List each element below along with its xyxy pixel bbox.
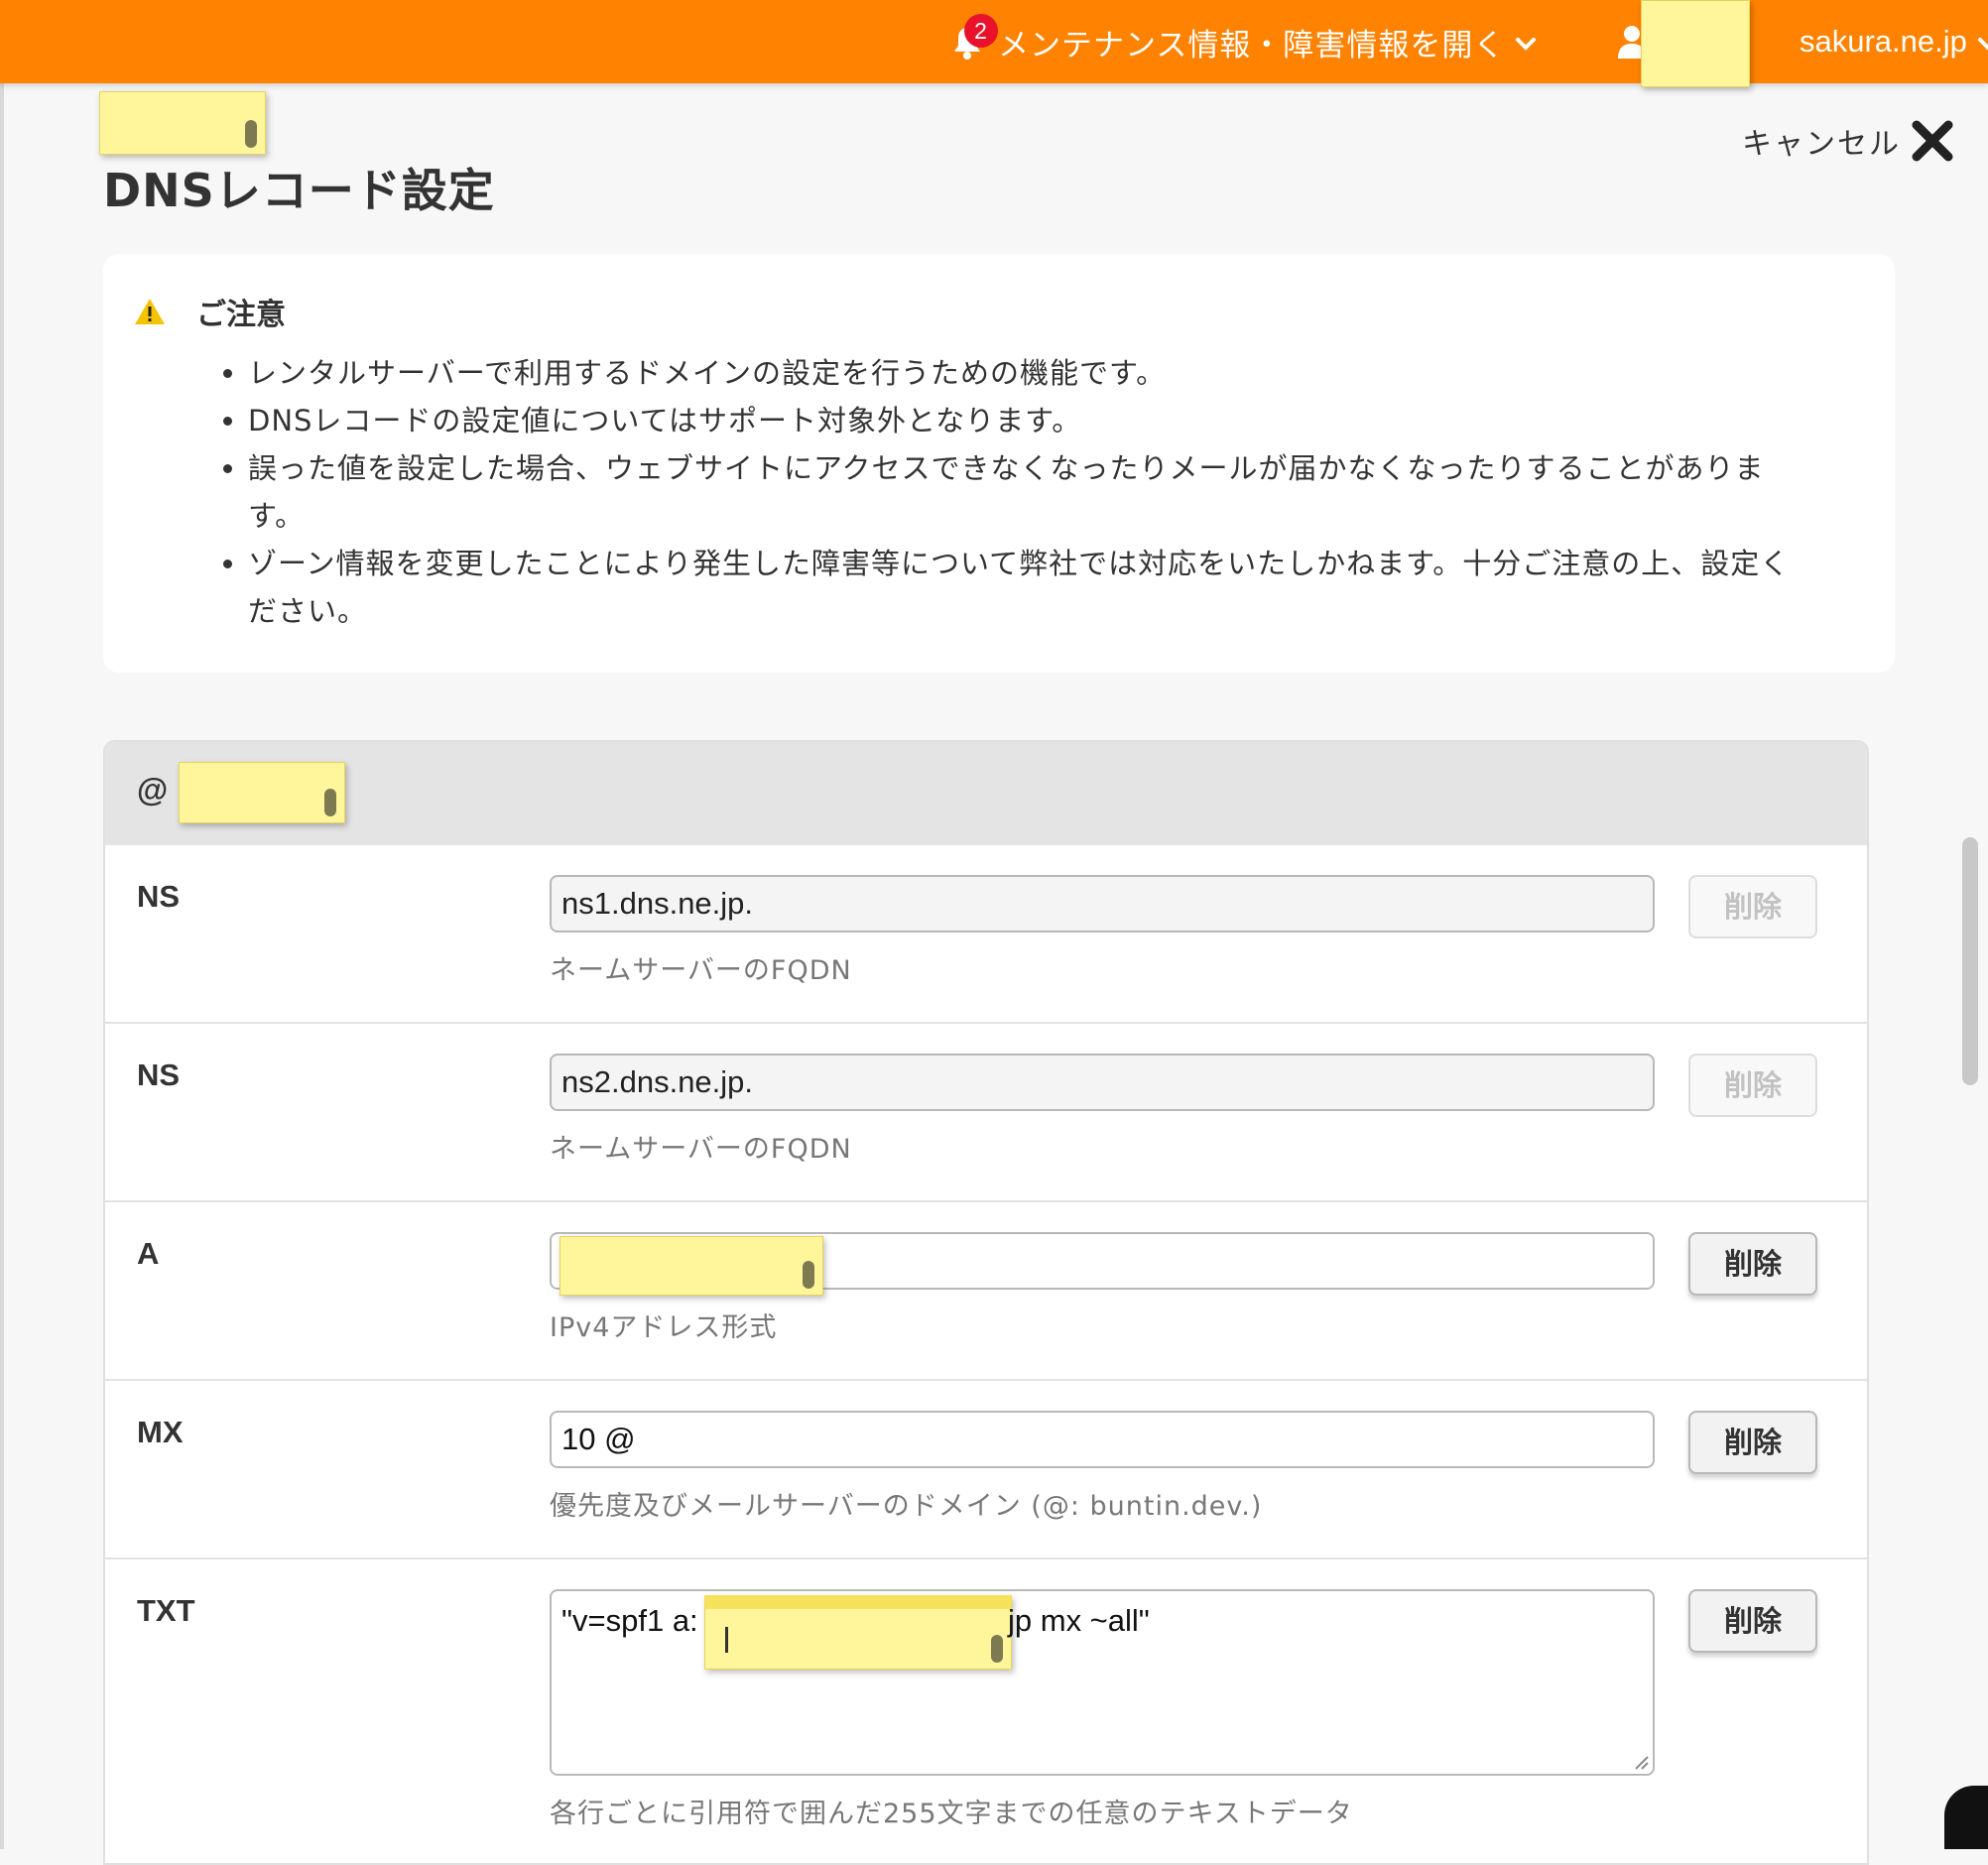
record-type: TXT: [137, 1593, 195, 1628]
record-hint: 各行ごとに引用符で囲んだ255文字までの任意のテキストデータ: [550, 1799, 1353, 1829]
record-value-input[interactable]: 10 @: [550, 1411, 1655, 1468]
notification-badge: 2: [964, 14, 998, 48]
delete-button[interactable]: 削除: [1688, 1232, 1817, 1296]
redaction-sticker: [559, 1236, 823, 1296]
warning-icon: [135, 299, 165, 324]
record-value-input[interactable]: [550, 1232, 1655, 1296]
record-hint: ネームサーバーのFQDN: [550, 955, 852, 986]
record-hint: IPv4アドレス形式: [550, 1312, 778, 1343]
maintenance-label: メンテナンス情報・障害情報を開く: [998, 27, 1506, 63]
table-row: NS ns1.dns.ne.jp. ネームサーバーのFQDN 削除: [105, 845, 1867, 1024]
table-row: A IPv4アドレス形式 削除: [105, 1202, 1867, 1381]
record-type: NS: [137, 1057, 181, 1092]
chevron-down-icon: [1977, 24, 1988, 60]
notice-item: 誤った値を設定した場合、ウェブサイトにアクセスできなくなったりメールが届かなくな…: [248, 444, 1796, 540]
record-value-textarea[interactable]: "v=spf1 a: jp mx ~all": [550, 1589, 1655, 1776]
txt-value-suffix: jp mx ~all": [1008, 1603, 1150, 1638]
table-row: NS ns2.dns.ne.jp. ネームサーバーのFQDN 削除: [105, 1024, 1867, 1202]
account-name: sakura.ne.jp: [1800, 24, 1967, 59]
delete-button[interactable]: 削除: [1688, 1054, 1817, 1117]
chevron-down-icon: [1515, 24, 1537, 60]
record-value-input[interactable]: ns2.dns.ne.jp.: [550, 1054, 1655, 1111]
redaction-sticker: [179, 762, 345, 823]
notice-box: ご注意 レンタルサーバーで利用するドメインの設定を行うための機能です。 DNSレ…: [103, 254, 1895, 673]
page-title: DNSレコード設定: [103, 164, 495, 217]
record-type: A: [137, 1236, 160, 1271]
txt-value-prefix: "v=spf1 a:: [561, 1603, 698, 1638]
delete-button[interactable]: 削除: [1688, 1589, 1817, 1653]
delete-button[interactable]: 削除: [1688, 1411, 1817, 1474]
scrollbar-thumb[interactable]: [1962, 837, 1978, 1085]
record-hint: 優先度及びメールサーバーのドメイン (@: buntin.dev.): [550, 1491, 1263, 1522]
redaction-sticker: [1641, 0, 1750, 87]
notice-list: レンタルサーバーで利用するドメインの設定を行うための機能です。 DNSレコードの…: [212, 349, 1796, 635]
notice-item: ゾーン情報を変更したことにより発生した障害等について弊社では対応をいたしかねます…: [248, 540, 1796, 635]
notice-heading: ご注意: [133, 290, 286, 333]
notice-item: レンタルサーバーで利用するドメインの設定を行うための機能です。: [248, 349, 1796, 397]
delete-button[interactable]: 削除: [1688, 875, 1817, 938]
cancel-button[interactable]: キャンセル: [1742, 119, 1954, 163]
table-row: TXT "v=spf1 a: jp mx ~all" 各行ごとに引用符で囲んだ2…: [105, 1559, 1867, 1863]
notice-item: DNSレコードの設定値についてはサポート対象外となります。: [248, 397, 1796, 444]
resize-handle-icon[interactable]: [1633, 1754, 1649, 1770]
table-row: MX 10 @ 優先度及びメールサーバーのドメイン (@: buntin.dev…: [105, 1381, 1867, 1559]
close-icon: [1912, 120, 1953, 162]
redaction-sticker: [704, 1595, 1012, 1670]
dns-records-table: @ NS ns1.dns.ne.jp. ネームサーバーのFQDN 削除 NS n…: [103, 740, 1869, 1865]
redaction-sticker: [99, 91, 266, 155]
cancel-label: キャンセル: [1742, 127, 1901, 162]
notice-heading-text: ご注意: [196, 298, 286, 332]
main-page: DNSレコード設定 キャンセル ご注意 レンタルサーバーで利用するドメインの設定…: [0, 83, 1978, 1865]
record-hint: ネームサーバーのFQDN: [550, 1134, 852, 1165]
record-group-header: @: [105, 742, 1867, 845]
window-corner: [1944, 1786, 1988, 1849]
maintenance-toggle[interactable]: 2 メンテナンス情報・障害情報を開く: [950, 14, 1537, 63]
record-type: NS: [137, 879, 181, 914]
record-type: MX: [137, 1415, 184, 1449]
record-value-input[interactable]: ns1.dns.ne.jp.: [550, 875, 1655, 932]
record-group-prefix: @: [137, 772, 169, 808]
bell-icon: 2: [950, 14, 998, 63]
